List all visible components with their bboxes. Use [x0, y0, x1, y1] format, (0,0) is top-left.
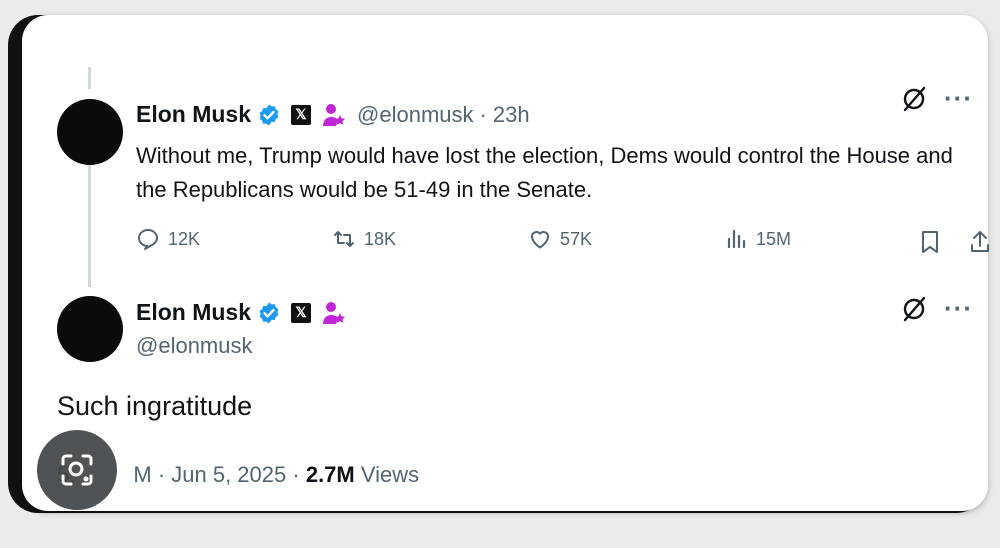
- tweet-text: Such ingratitude: [57, 391, 253, 421]
- thread-line: [88, 165, 91, 287]
- view-count: 15M: [756, 228, 792, 249]
- separator-dot: ·: [157, 462, 166, 487]
- analytics-icon: [727, 229, 746, 249]
- separator-dot: ·: [479, 101, 487, 127]
- more-options-icon[interactable]: ···: [944, 83, 973, 114]
- like-button[interactable]: 57K: [528, 227, 592, 251]
- verified-badge-icon: [259, 104, 279, 125]
- grok-icon[interactable]: [900, 85, 928, 113]
- author-handle[interactable]: @elonmusk: [357, 102, 474, 128]
- avatar[interactable]: [57, 296, 123, 362]
- more-options-icon[interactable]: ···: [944, 293, 973, 324]
- thread-line-top: [88, 67, 91, 89]
- tweet1-header: Elon Musk 𝕏 @elonmusk · 23h: [136, 101, 530, 128]
- visual-search-button[interactable]: [37, 430, 117, 510]
- author-name[interactable]: Elon Musk: [136, 299, 251, 326]
- repost-count: 18K: [364, 228, 397, 249]
- tweet-text: Without me, Trump would have lost the el…: [136, 143, 953, 202]
- bookmark-icon[interactable]: [918, 229, 942, 255]
- reply-count: 12K: [168, 228, 201, 249]
- views-count: 2.7M: [305, 462, 355, 487]
- tweet-actions: 12K 18K 57K 15M: [136, 227, 998, 259]
- views-button[interactable]: 15M: [724, 227, 791, 251]
- x-logo-icon: 𝕏: [291, 104, 312, 125]
- tweet-card: Elon Musk 𝕏 @elonmusk · 23h ··· Without …: [22, 15, 989, 511]
- lens-icon: [61, 454, 93, 486]
- heart-icon: [531, 231, 549, 249]
- affiliate-badge-icon: [323, 301, 346, 324]
- author-name[interactable]: Elon Musk: [136, 101, 251, 128]
- views-label: Views: [360, 462, 420, 487]
- verified-badge-icon: [259, 302, 279, 323]
- tweet2-header: Elon Musk 𝕏: [136, 299, 347, 326]
- tweet-time-tail: M: [133, 462, 152, 487]
- reply-button[interactable]: 12K: [136, 227, 200, 251]
- avatar[interactable]: [57, 99, 123, 165]
- reply-icon: [138, 229, 158, 250]
- affiliate-badge-icon: [323, 103, 346, 126]
- grok-icon[interactable]: [900, 295, 928, 323]
- repost-icon: [334, 231, 354, 247]
- author-handle[interactable]: @elonmusk: [136, 333, 253, 359]
- tweet-time[interactable]: 23h: [493, 102, 530, 128]
- repost-button[interactable]: 18K: [332, 227, 396, 251]
- tweet-date[interactable]: Jun 5, 2025: [171, 462, 286, 487]
- share-icon[interactable]: [968, 229, 992, 255]
- like-count: 57K: [560, 228, 593, 249]
- x-logo-icon: 𝕏: [291, 302, 312, 323]
- separator-dot: ·: [292, 462, 300, 487]
